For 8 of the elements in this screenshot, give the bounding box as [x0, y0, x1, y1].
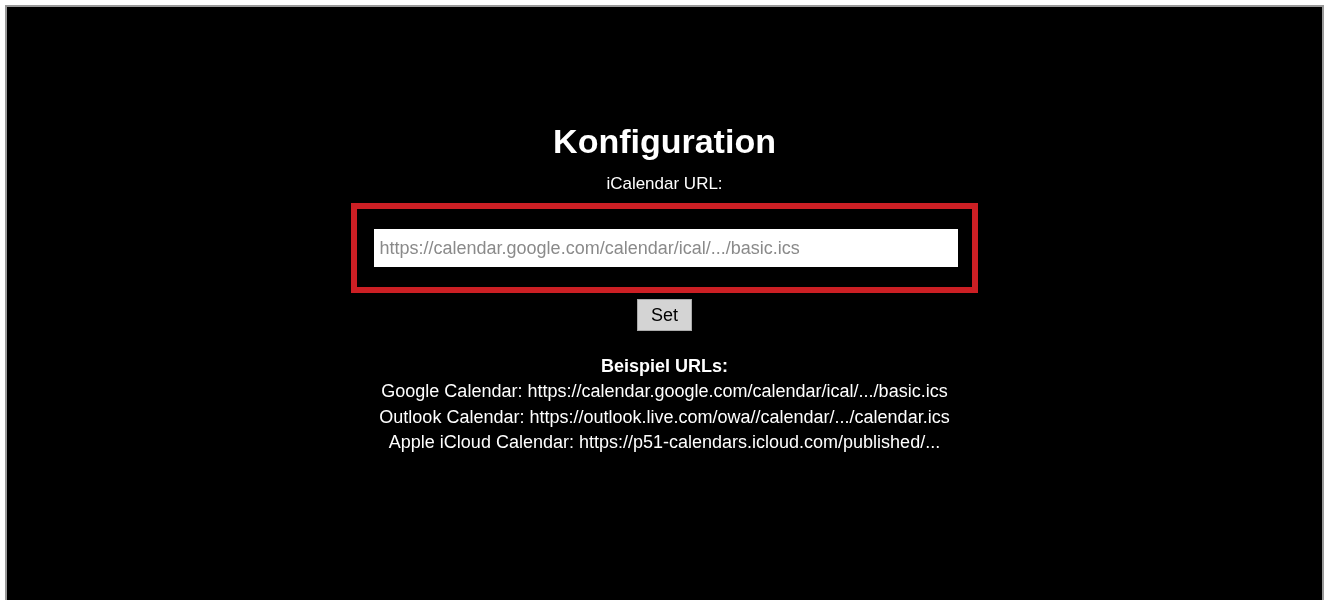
url-input-field[interactable]: https://calendar.google.com/calendar/ical/.../basic.ics: [373, 229, 958, 267]
example-url: Apple iCloud Calendar: https://p51-calendars.icloud.com/published/...: [388, 431, 941, 454]
example-url: Google Calendar: https://calendar.google.com/calendar/ical/.../basic.ics: [381, 380, 948, 403]
field-label: iCalendar URL:: [606, 173, 723, 195]
page-title: Konfiguration: [553, 121, 776, 162]
example-url: Outlook Calendar: https://outlook.live.com/owa//calendar/.../calendar.ics: [379, 405, 950, 429]
examples-heading: Beispiel URLs:: [601, 355, 728, 378]
set-button[interactable]: Set: [637, 299, 692, 331]
